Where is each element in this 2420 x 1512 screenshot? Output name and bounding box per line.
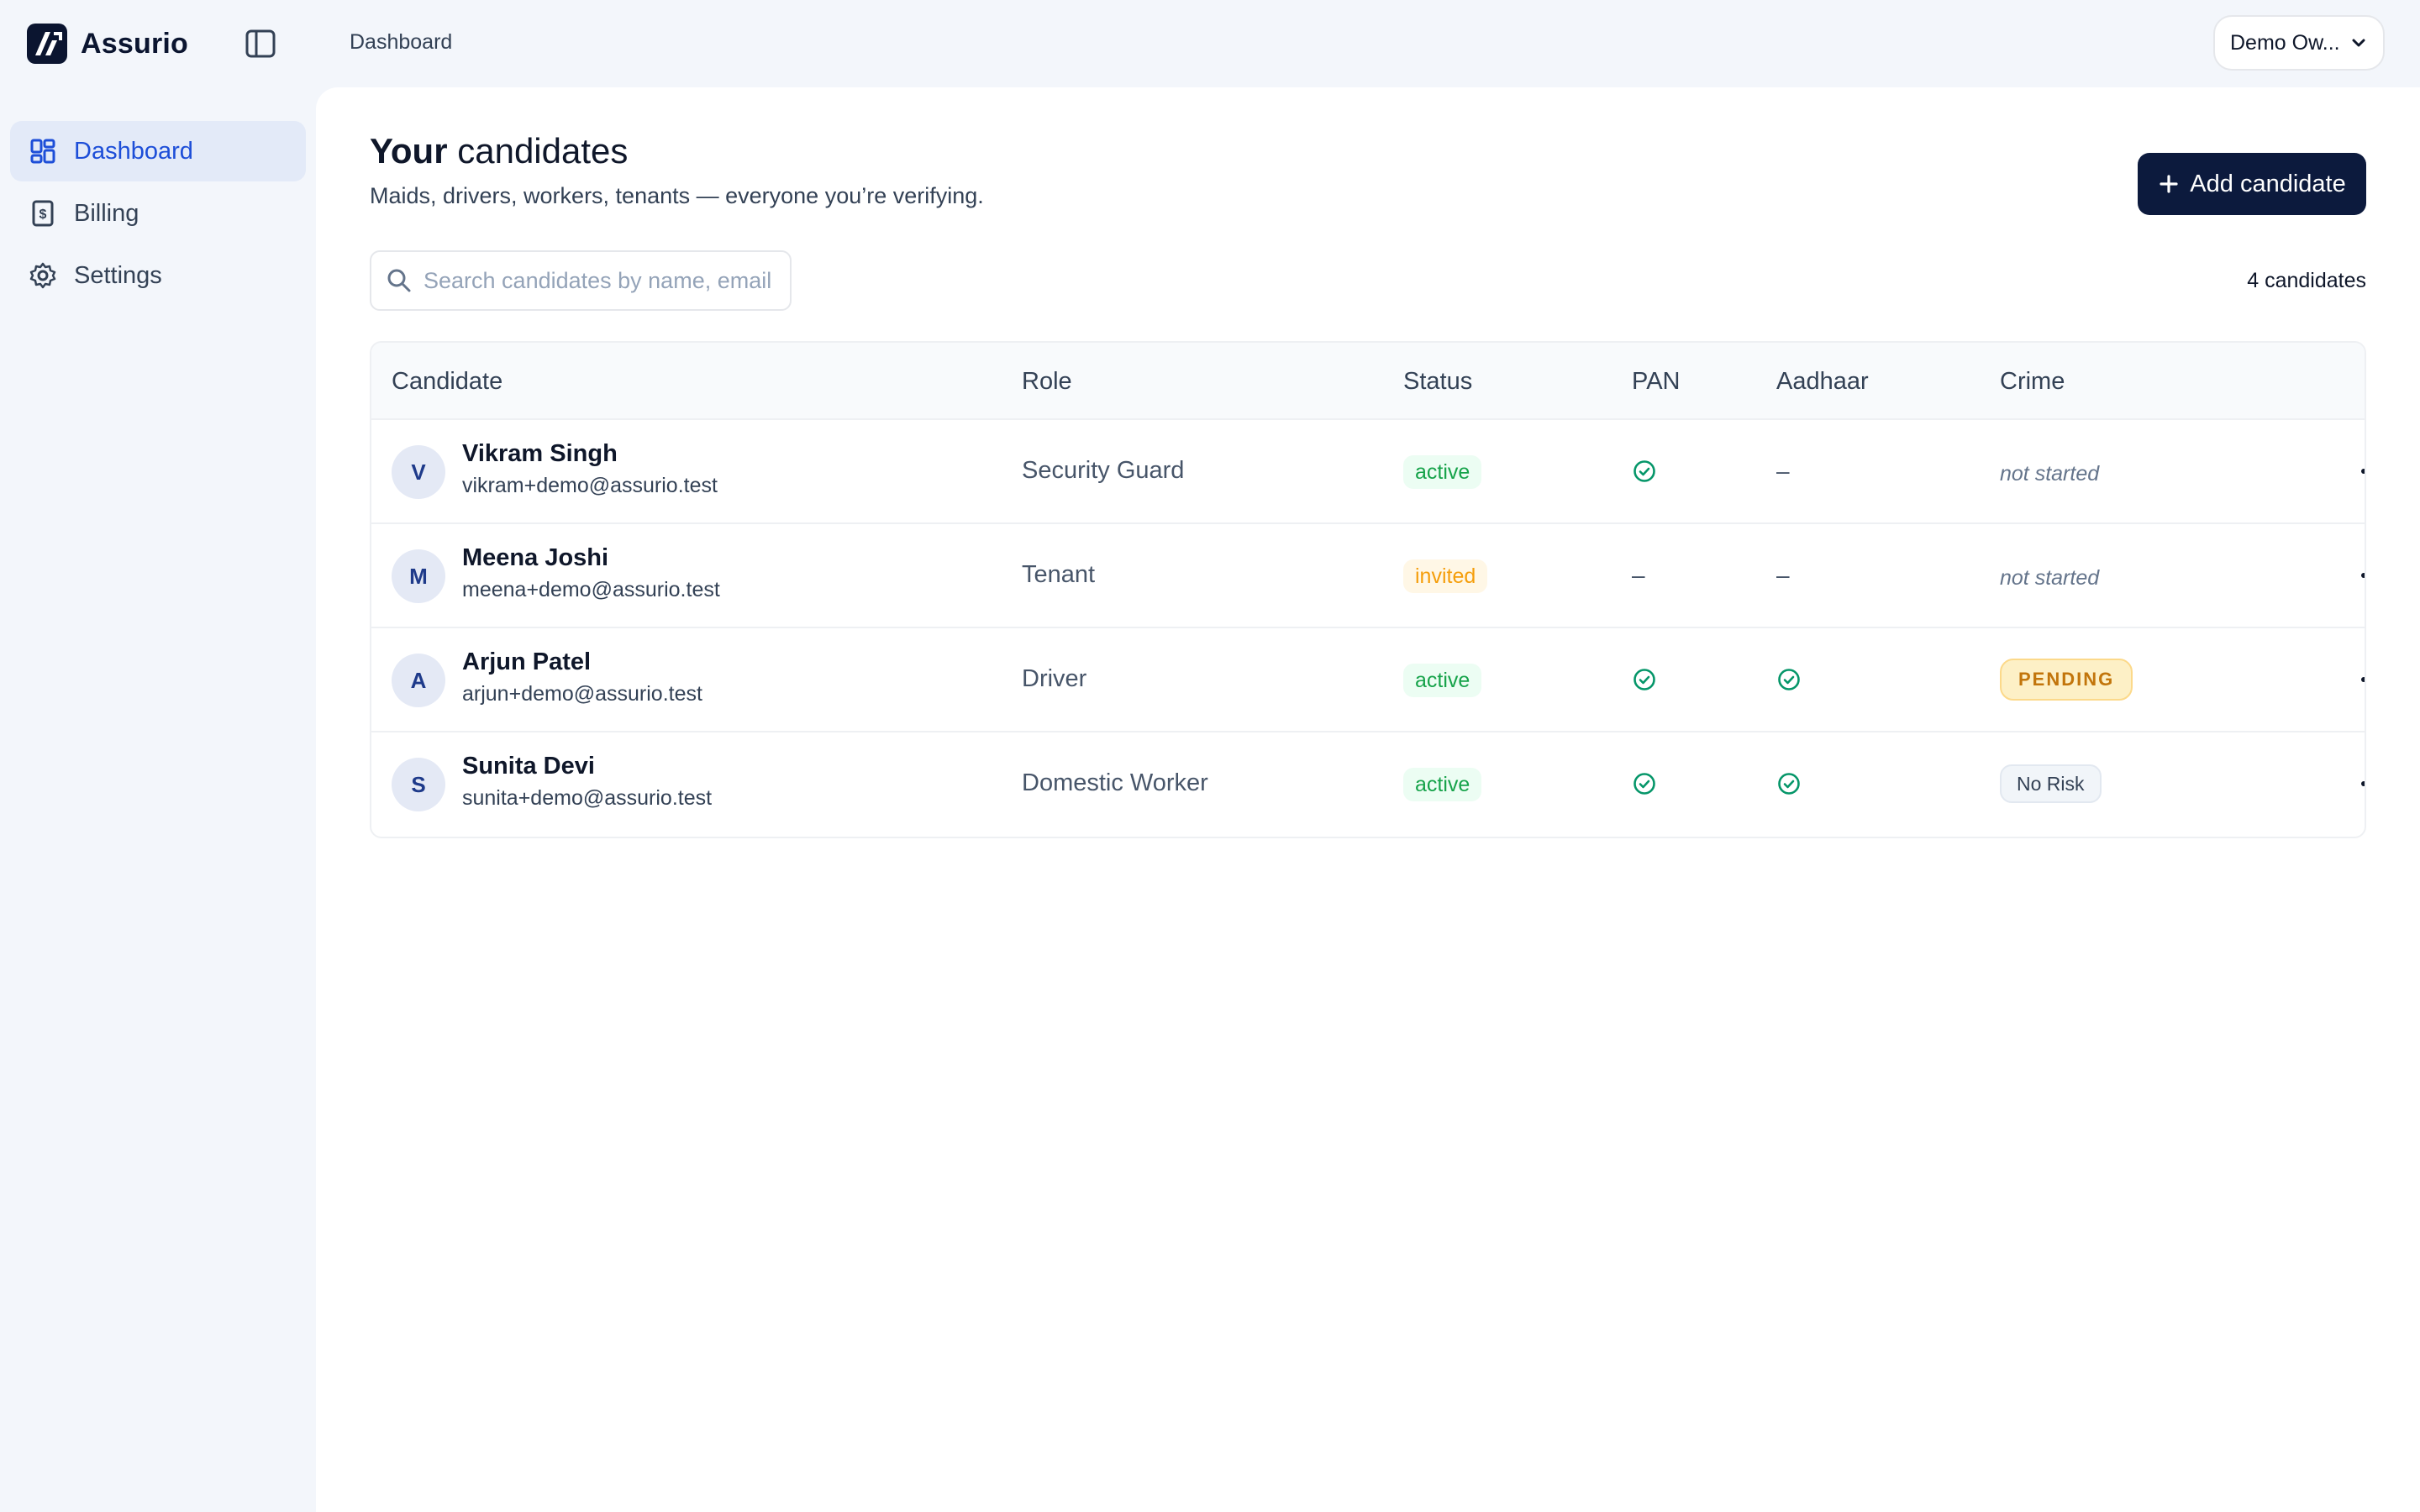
aadhaar-empty: – (1776, 458, 1790, 484)
candidate-email: arjun+demo@assurio.test (462, 682, 702, 706)
avatar: A (392, 654, 445, 707)
check-circle-icon: ✓ (1778, 773, 1800, 795)
app-name: Assurio (81, 27, 188, 60)
svg-text:✓: ✓ (1644, 685, 1645, 686)
more-options-icon[interactable] (2358, 457, 2366, 486)
search-box (370, 250, 792, 311)
page-subtitle: Maids, drivers, workers, tenants — every… (370, 183, 984, 208)
gear-icon (29, 262, 56, 289)
check-circle-icon: ✓ (1778, 669, 1800, 690)
candidates-table: Candidate Role Status PAN Aadhaar Crime … (370, 341, 2366, 838)
candidate-name[interactable]: Sunita Devi (462, 753, 595, 780)
search-icon (387, 269, 411, 292)
candidate-count: 4 candidates (2247, 269, 2366, 292)
crime-norisk-badge: No Risk (2000, 764, 2102, 803)
aadhaar-empty: – (1776, 562, 1790, 588)
candidate-role: Driver (1022, 665, 1087, 692)
sidebar: Dashboard $ Billing Settings (0, 87, 316, 1512)
app-logo[interactable]: Assurio (25, 22, 188, 66)
sidebar-item-label: Settings (74, 261, 162, 289)
more-options-icon[interactable] (2358, 665, 2366, 694)
candidate-role: Domestic Worker (1022, 769, 1208, 796)
check-circle-icon: ✓ (1634, 460, 1655, 482)
sidebar-item-label: Dashboard (74, 137, 193, 165)
svg-text:✓: ✓ (1644, 789, 1645, 790)
avatar: M (392, 549, 445, 603)
candidate-email: vikram+demo@assurio.test (462, 474, 718, 497)
check-circle-icon: ✓ (1634, 773, 1655, 795)
main-content: Your candidates Maids, drivers, workers,… (316, 87, 2420, 1512)
candidate-email: sunita+demo@assurio.test (462, 786, 713, 810)
sidebar-item-label: Billing (74, 199, 139, 227)
svg-text:✓: ✓ (1789, 685, 1790, 686)
sidebar-item-settings[interactable]: Settings (10, 245, 306, 306)
header-crime[interactable]: Crime (2000, 368, 2065, 396)
page-title: Your candidates (370, 131, 629, 171)
chevron-down-icon (2352, 39, 2365, 47)
header-role[interactable]: Role (1022, 368, 1072, 396)
status-badge: active (1403, 664, 1482, 697)
candidate-role: Tenant (1022, 561, 1096, 588)
crime-status: not started (2000, 566, 2100, 590)
more-options-icon[interactable] (2358, 769, 2366, 798)
status-badge: active (1403, 455, 1482, 489)
candidate-name[interactable]: Arjun Patel (462, 648, 591, 676)
candidate-email: meena+demo@assurio.test (462, 578, 720, 601)
status-badge: invited (1403, 559, 1488, 593)
header-status[interactable]: Status (1403, 368, 1472, 396)
logo-icon (27, 24, 67, 64)
header-pan[interactable]: PAN (1632, 368, 1680, 396)
table-row[interactable]: A Arjun Patel arjun+demo@assurio.test Dr… (371, 628, 2365, 732)
crime-status: not started (2000, 462, 2100, 486)
candidate-role: Security Guard (1022, 457, 1185, 484)
plus-icon (2160, 175, 2178, 193)
table-row[interactable]: V Vikram Singh vikram+demo@assurio.test … (371, 420, 2365, 524)
sidebar-item-dashboard[interactable]: Dashboard (10, 121, 306, 181)
svg-text:✓: ✓ (1644, 476, 1645, 478)
add-candidate-label: Add candidate (2190, 170, 2346, 197)
user-menu-label: Demo Ow... (2230, 30, 2340, 55)
top-bar: Assurio Dashboard Demo Ow... (0, 0, 2420, 87)
candidate-name[interactable]: Meena Joshi (462, 544, 608, 572)
user-menu-button[interactable]: Demo Ow... (2213, 15, 2385, 71)
dashboard-icon (30, 139, 55, 164)
header-candidate[interactable]: Candidate (392, 368, 502, 396)
pan-empty: – (1632, 562, 1645, 588)
avatar: V (392, 445, 445, 499)
status-badge: active (1403, 768, 1482, 801)
svg-text:$: $ (39, 207, 47, 222)
svg-text:✓: ✓ (1789, 789, 1790, 790)
table-row[interactable]: M Meena Joshi meena+demo@assurio.test Te… (371, 524, 2365, 628)
sidebar-toggle-icon[interactable] (244, 27, 277, 60)
search-input[interactable] (422, 266, 775, 295)
avatar: S (392, 758, 445, 811)
check-circle-icon: ✓ (1634, 669, 1655, 690)
breadcrumb[interactable]: Dashboard (350, 30, 452, 55)
add-candidate-button[interactable]: Add candidate (2138, 153, 2366, 215)
sidebar-item-billing[interactable]: $ Billing (10, 183, 306, 244)
table-row[interactable]: S Sunita Devi sunita+demo@assurio.test D… (371, 732, 2365, 837)
billing-icon: $ (32, 200, 54, 227)
table-header: Candidate Role Status PAN Aadhaar Crime (371, 343, 2365, 420)
header-aadhaar[interactable]: Aadhaar (1776, 368, 1869, 396)
candidate-name[interactable]: Vikram Singh (462, 440, 618, 468)
crime-pending-badge: PENDING (2000, 659, 2133, 701)
more-options-icon[interactable] (2358, 561, 2366, 590)
